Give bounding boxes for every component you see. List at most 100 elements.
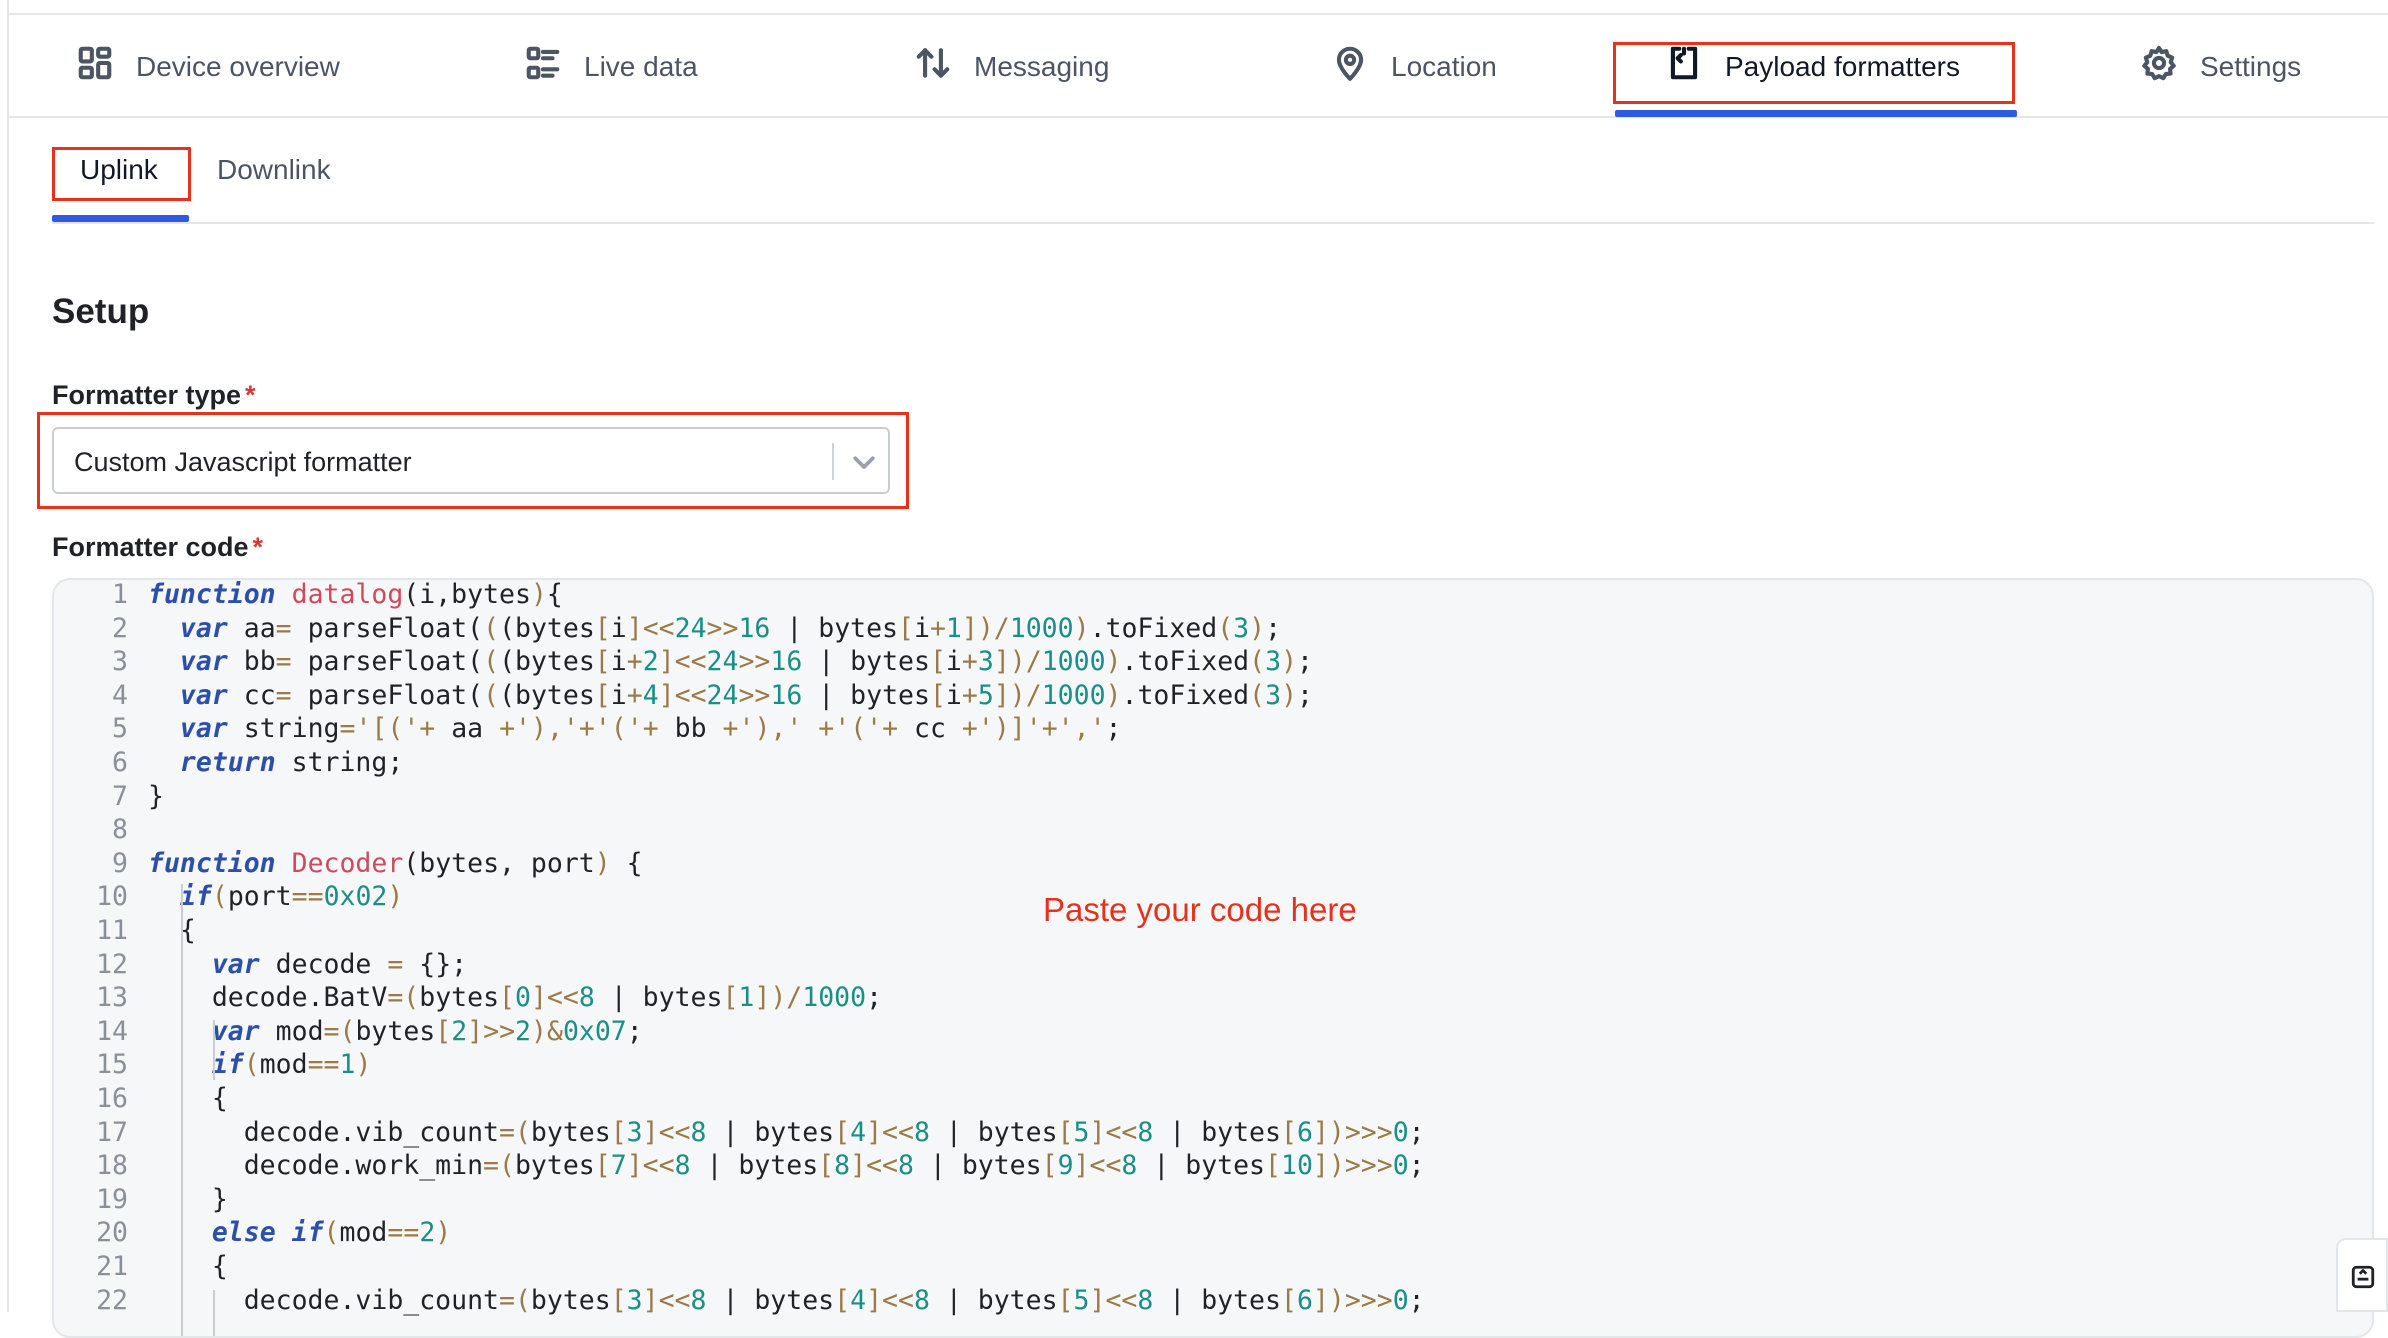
tab-messaging[interactable]: Messaging xyxy=(914,15,1109,118)
subtab-downlink[interactable]: Downlink xyxy=(217,154,331,186)
code-token: [ xyxy=(929,646,946,677)
code-token: ]<< xyxy=(1089,1117,1138,1148)
code-token: string; xyxy=(275,747,404,778)
code-line[interactable]: 3 var bb= parseFloat(((bytes[i+2]<<24>>1… xyxy=(54,645,2372,679)
code-line[interactable]: 16 { xyxy=(54,1082,2372,1116)
tab-label: Messaging xyxy=(974,50,1110,82)
code-token: 6 xyxy=(1296,1285,1313,1316)
code-token: 3 xyxy=(1265,646,1282,677)
line-number: 18 xyxy=(96,1150,128,1181)
code-token: ; xyxy=(1297,680,1314,711)
code-text: if(port==0x02) xyxy=(148,880,403,914)
code-text: { xyxy=(148,1250,228,1284)
code-token: ) xyxy=(594,848,611,879)
code-text: var mod=(bytes[2]>>2)&0x07; xyxy=(148,1015,643,1049)
up-down-arrows-icon xyxy=(914,44,952,89)
tab-label: Location xyxy=(1391,50,1497,82)
code-token: ( xyxy=(1217,613,1234,644)
code-token: 3 xyxy=(1233,613,1250,644)
code-token: (i,bytes xyxy=(403,579,531,610)
code-token: [ xyxy=(594,613,611,644)
code-token: } xyxy=(148,1184,228,1215)
code-token: 0x07 xyxy=(562,1016,627,1047)
code-token: =( xyxy=(483,1150,515,1181)
code-token: decode.BatV xyxy=(148,982,388,1013)
code-token: [ xyxy=(1041,1150,1058,1181)
subtab-uplink[interactable]: Uplink xyxy=(80,154,158,186)
tab-live-data[interactable]: Live data xyxy=(524,15,698,118)
code-token: ])>>> xyxy=(1312,1150,1393,1181)
code-token: 1000 xyxy=(1041,680,1106,711)
line-number: 14 xyxy=(96,1016,128,1047)
code-line[interactable]: 12 var decode = {}; xyxy=(54,948,2372,982)
code-token: 24 xyxy=(706,646,739,677)
code-line[interactable]: 7} xyxy=(54,780,2372,814)
code-line[interactable]: 2 var aa= parseFloat(((bytes[i]<<24>>16 … xyxy=(54,612,2372,646)
code-token: aa xyxy=(227,613,276,644)
tab-settings[interactable]: Settings xyxy=(2140,15,2301,118)
code-line[interactable]: 14 var mod=(bytes[2]>>2)&0x07; xyxy=(54,1015,2372,1049)
code-token: bytes xyxy=(530,1117,611,1148)
code-token: '),' xyxy=(738,713,819,744)
code-token: | bytes xyxy=(913,1150,1042,1181)
code-text: decode.work_min=(bytes[7]<<8 | bytes[8]<… xyxy=(148,1149,1425,1183)
code-line[interactable]: 18 decode.work_min=(bytes[7]<<8 | bytes[… xyxy=(54,1149,2372,1183)
code-token: '),' xyxy=(515,713,579,744)
code-token: 8 xyxy=(897,1150,914,1181)
code-line[interactable]: 17 decode.vib_count=(bytes[3]<<8 | bytes… xyxy=(54,1116,2372,1150)
code-editor[interactable]: 1 function datalog(i,bytes){2 var aa= par… xyxy=(52,578,2374,1338)
code-token: 0x02 xyxy=(323,881,388,912)
code-token: mod xyxy=(339,1217,388,1248)
code-token: 24 xyxy=(706,680,739,711)
code-text: var decode = {}; xyxy=(148,948,467,982)
code-line[interactable]: 20 else if(mod==2) xyxy=(54,1216,2372,1250)
code-token: ; xyxy=(1408,1150,1425,1181)
code-line[interactable]: 21 { xyxy=(54,1250,2372,1284)
formatter-type-select[interactable]: Custom Javascript formatter xyxy=(52,427,890,494)
code-line[interactable]: 19 } xyxy=(54,1183,2372,1217)
map-pin-icon xyxy=(1331,44,1369,89)
indent-guide xyxy=(213,1020,215,1080)
feedback-button[interactable] xyxy=(2336,1238,2388,1312)
code-token: '(' xyxy=(594,713,643,744)
code-token: = xyxy=(339,713,356,744)
code-token: 8 xyxy=(913,1117,930,1148)
code-token: + xyxy=(1041,713,1058,744)
code-token: [ xyxy=(722,982,739,1013)
code-token: cc xyxy=(227,680,276,711)
code-line[interactable]: 8 xyxy=(54,813,2372,847)
code-token: aa xyxy=(435,713,500,744)
tab-device-overview[interactable]: Device overview xyxy=(76,15,340,118)
code-line[interactable]: 13 decode.BatV=(bytes[0]<<8 | bytes[1])/… xyxy=(54,981,2372,1015)
code-line[interactable]: 9 function Decoder(bytes, port) { xyxy=(54,847,2372,881)
code-token: [ xyxy=(834,1285,851,1316)
tab-label: Settings xyxy=(2200,50,2302,82)
code-text: else if(mod==2) xyxy=(148,1216,451,1250)
code-line[interactable]: 15 if(mod==1) xyxy=(54,1048,2372,1082)
code-line[interactable]: 22 decode.vib_count=(bytes[3]<<8 | bytes… xyxy=(54,1284,2372,1318)
code-token: [ xyxy=(594,646,611,677)
code-token: ]<< xyxy=(866,1117,914,1148)
code-token: 0 xyxy=(1392,1285,1409,1316)
code-token: [ xyxy=(594,1150,611,1181)
code-token: 8 xyxy=(674,1150,691,1181)
code-line[interactable]: 5 var string='[('+ aa +'),'+'('+ bb +'),… xyxy=(54,712,2372,746)
line-number: 5 xyxy=(112,713,128,744)
code-line[interactable]: 4 var cc= parseFloat(((bytes[i+4]<<24>>1… xyxy=(54,679,2372,713)
tab-payload-formatters[interactable]: Payload formatters xyxy=(1665,15,1960,118)
code-token: + xyxy=(961,680,978,711)
code-token: { xyxy=(148,915,196,946)
code-token: 8 xyxy=(834,1150,851,1181)
line-number: 11 xyxy=(96,915,128,946)
code-token: ; xyxy=(1105,713,1122,744)
code-token: =( xyxy=(499,1117,531,1148)
required-asterisk: * xyxy=(245,380,256,410)
tab-location[interactable]: Location xyxy=(1331,15,1497,118)
code-token: function xyxy=(148,848,276,879)
code-line[interactable]: 1 function datalog(i,bytes){ xyxy=(54,579,2372,612)
formatter-code-label-text: Formatter code xyxy=(52,532,249,562)
code-token: var xyxy=(211,949,260,980)
code-line[interactable]: 6 return string; xyxy=(54,746,2372,780)
